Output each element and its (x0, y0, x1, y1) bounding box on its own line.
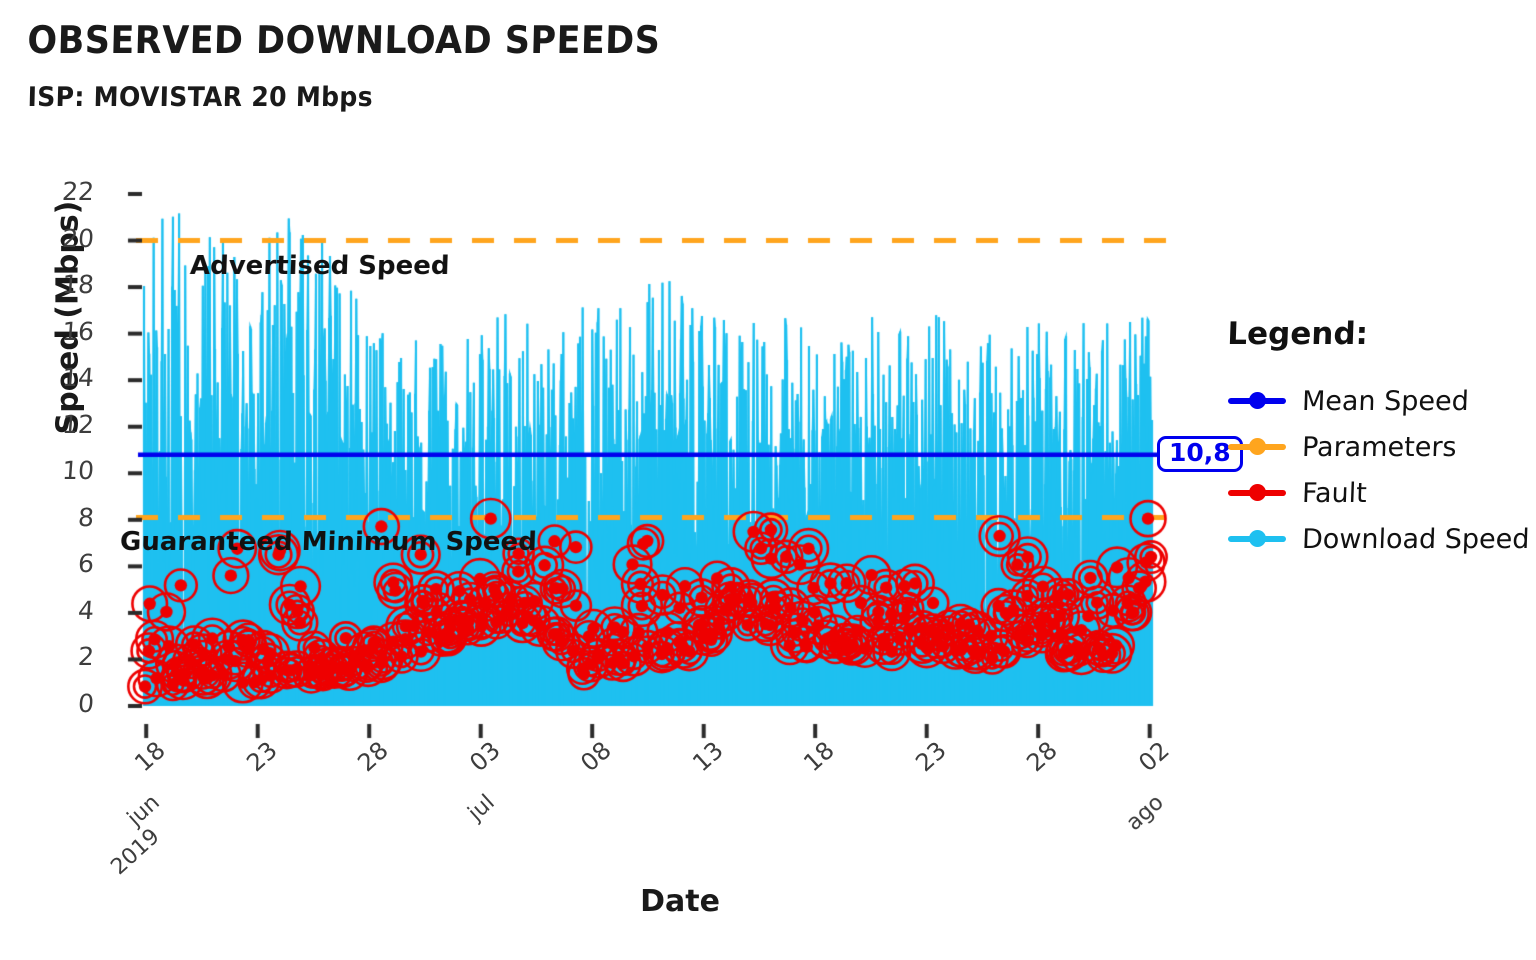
legend-title: Legend: (1226, 316, 1369, 352)
legend-item-label: Parameters (1301, 431, 1458, 463)
legend-item-label: Download Speed (1301, 523, 1530, 555)
advertised-speed-annotation: Advertised Speed (189, 250, 450, 281)
legend-marker-icon (1228, 390, 1286, 412)
y-tick-label: 0 (77, 689, 96, 718)
y-tick-label: 4 (77, 595, 96, 625)
legend-item-parameters[interactable]: Parameters (1228, 424, 1528, 470)
y-tick-label: 18 (61, 270, 96, 300)
legend-item-mean-speed[interactable]: Mean Speed (1228, 378, 1528, 424)
y-tick-label: 14 (61, 363, 96, 393)
legend-item-label: Mean Speed (1301, 385, 1470, 417)
legend: Legend: Mean Speed Parameters Fault Downloa… (1226, 316, 1530, 562)
legend-item-fault[interactable]: Fault (1228, 470, 1528, 516)
legend-marker-icon (1228, 482, 1286, 504)
chart-page: OBSERVED DOWNLOAD SPEEDS ISP: MOVISTAR 2… (0, 0, 1536, 960)
legend-marker-icon (1228, 436, 1286, 458)
y-tick-label: 20 (61, 223, 96, 253)
y-tick-label: 10 (61, 456, 96, 486)
y-tick-label: 16 (61, 316, 96, 346)
y-tick-label: 22 (61, 177, 96, 206)
y-tick-label: 12 (61, 409, 96, 439)
legend-item-download-speed[interactable]: Download Speed (1228, 516, 1530, 562)
legend-item-label: Fault (1301, 477, 1368, 509)
y-tick-label: 2 (77, 642, 96, 672)
x-axis-label: Date (640, 884, 720, 919)
guaranteed-minimum-annotation: Guaranteed Minimum Speed (119, 527, 538, 558)
legend-marker-icon (1228, 528, 1286, 550)
y-tick-label: 6 (77, 549, 96, 579)
y-tick-label: 8 (77, 502, 96, 532)
